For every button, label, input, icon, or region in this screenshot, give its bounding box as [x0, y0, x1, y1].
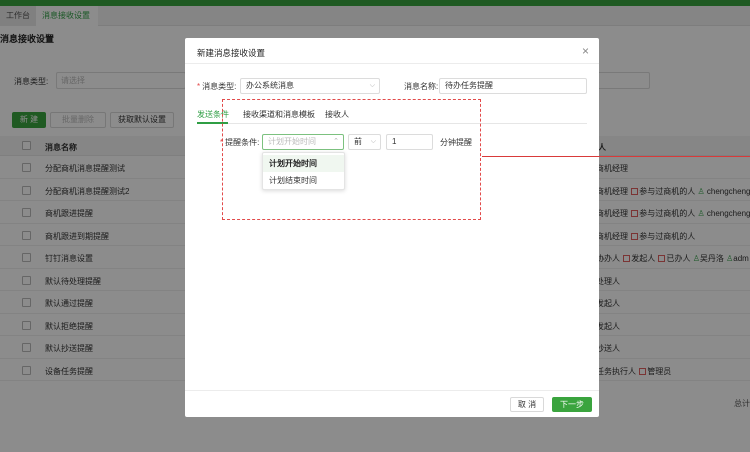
- dialog-header: 新建消息接收设置 ×: [185, 38, 599, 64]
- highlight-annotation: [222, 99, 481, 220]
- message-type-label: * 消息类型:: [197, 82, 237, 91]
- message-type-select[interactable]: 办公系统消息 ⌵: [240, 78, 380, 94]
- annotation-line: [482, 156, 750, 158]
- cancel-button[interactable]: 取 消: [510, 397, 544, 412]
- chevron-down-icon: ⌵: [369, 82, 375, 89]
- message-name-input[interactable]: 待办任务提醒: [439, 78, 587, 94]
- dialog-footer: 取 消 下一步: [185, 390, 599, 417]
- message-name-label: 消息名称:: [404, 82, 439, 91]
- dialog-title: 新建消息接收设置: [197, 48, 266, 58]
- new-setting-dialog: 新建消息接收设置 × * 消息类型: 办公系统消息 ⌵ 消息名称: 待办任务提醒 …: [185, 38, 599, 417]
- next-button[interactable]: 下一步: [552, 397, 592, 412]
- close-icon[interactable]: ×: [582, 44, 589, 58]
